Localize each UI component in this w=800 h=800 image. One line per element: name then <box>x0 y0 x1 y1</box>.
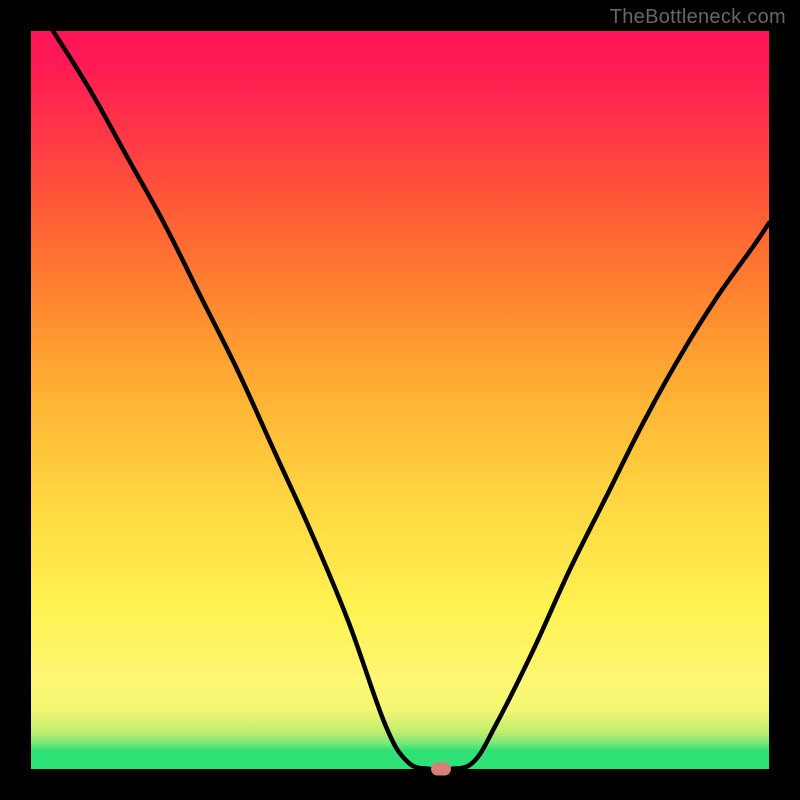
chart-plot-area <box>31 31 769 769</box>
bottleneck-curve <box>31 31 769 769</box>
watermark-text: TheBottleneck.com <box>610 6 786 29</box>
optimum-marker <box>431 763 451 776</box>
